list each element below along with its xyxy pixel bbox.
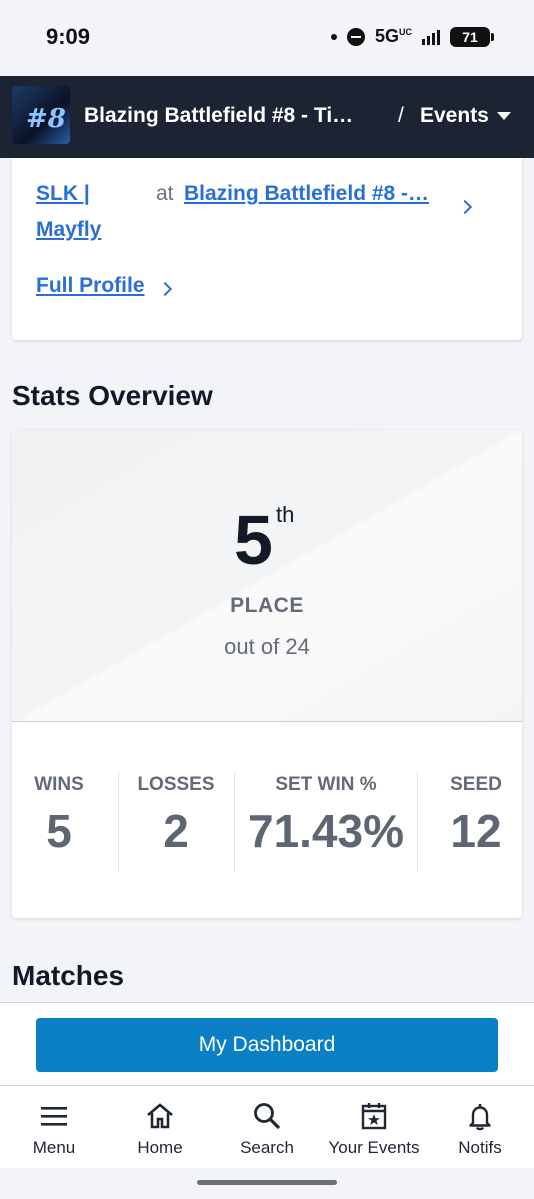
events-label: Events — [420, 104, 489, 127]
stat-divider — [234, 772, 235, 872]
stat-value: 71.43% — [247, 805, 404, 857]
do-not-disturb-icon — [346, 27, 365, 46]
stat-label: LOSSES — [137, 774, 215, 795]
status-bar: 9:09 5GUC 71 — [0, 0, 534, 76]
stat-divider — [417, 772, 418, 872]
nav-label: Home — [137, 1138, 183, 1157]
notification-dot-icon — [330, 33, 337, 40]
stats-card: 5 th PLACE out of 24 WINS 5 LOSSES 2 SET… — [12, 430, 522, 918]
bottom-nav: Menu Home Search Your Events Notifs — [0, 1086, 534, 1168]
place-number: 5 — [234, 501, 273, 579]
network-type: 5GUC — [374, 26, 412, 46]
at-label: at — [156, 182, 174, 205]
breadcrumb-separator: / — [398, 104, 404, 127]
stat-set-win-pct: SET WIN % 71.43% — [238, 774, 414, 858]
chevron-right-icon[interactable] — [457, 199, 473, 215]
signal-icon — [422, 29, 440, 45]
nav-label: Search — [240, 1138, 294, 1157]
events-dropdown[interactable]: Events — [420, 104, 511, 128]
search-icon — [254, 1103, 281, 1130]
nav-label: Your Events — [328, 1138, 420, 1157]
stat-divider — [118, 772, 119, 872]
home-indicator[interactable] — [197, 1180, 337, 1185]
chevron-right-icon[interactable] — [157, 281, 173, 297]
nav-search[interactable]: Search — [217, 1086, 317, 1168]
place-suffix: th — [276, 502, 295, 527]
event-thumbnail[interactable]: #8 — [12, 86, 70, 144]
stat-seed: SEED 12 — [430, 774, 522, 858]
nav-label: Menu — [32, 1138, 76, 1157]
stat-label: SET WIN % — [275, 774, 377, 795]
event-title[interactable]: Blazing Battlefield #8 - Ti… — [84, 104, 384, 128]
my-dashboard-button[interactable]: My Dashboard — [36, 1018, 498, 1072]
nav-your-events[interactable]: Your Events — [324, 1086, 424, 1168]
stat-value: 2 — [163, 805, 189, 857]
stat-label: WINS — [34, 774, 84, 795]
nav-label: Notifs — [458, 1138, 502, 1157]
caret-down-icon — [496, 112, 511, 120]
status-icons: 5GUC 71 — [330, 26, 494, 47]
battery-level: 71 — [462, 28, 478, 45]
event-link[interactable]: Blazing Battlefield #8 -… — [184, 176, 452, 212]
stat-losses: LOSSES 2 — [128, 774, 224, 858]
full-profile-link[interactable]: Full Profile — [36, 274, 145, 298]
nav-notifs[interactable]: Notifs — [430, 1086, 530, 1168]
home-icon — [147, 1103, 173, 1129]
nav-home[interactable]: Home — [110, 1086, 210, 1168]
status-time: 9:09 — [46, 24, 91, 49]
profile-card: SLK | Mayfly at Blazing Battlefield #8 -… — [12, 158, 522, 340]
calendar-star-icon — [361, 1103, 387, 1130]
bell-icon — [469, 1104, 491, 1131]
nav-menu[interactable]: Menu — [4, 1086, 104, 1168]
battery-icon: 71 — [450, 26, 494, 47]
stats-overview-title: Stats Overview — [12, 380, 213, 411]
matches-title: Matches — [12, 960, 125, 991]
stat-value: 12 — [450, 805, 502, 857]
stat-value: 5 — [46, 805, 72, 857]
top-nav: #8 Blazing Battlefield #8 - Ti… / Events — [0, 76, 534, 158]
dashboard-bar: My Dashboard — [0, 1002, 534, 1086]
place-out-of: out of 24 — [224, 634, 310, 659]
stat-label: SEED — [450, 774, 502, 795]
place-label: PLACE — [230, 594, 304, 617]
placement-panel: 5 th PLACE out of 24 — [12, 430, 522, 722]
stat-wins: WINS 5 — [18, 774, 100, 858]
player-name-link[interactable]: SLK | Mayfly — [36, 176, 136, 248]
menu-icon — [41, 1107, 67, 1126]
